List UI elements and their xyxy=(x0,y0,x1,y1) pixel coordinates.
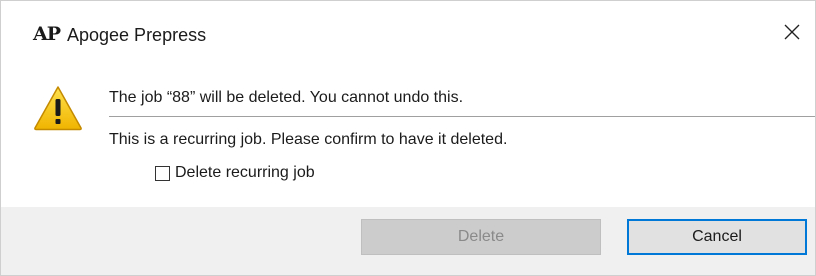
app-logo: AP xyxy=(33,23,61,45)
primary-message: The job “88” will be deleted. You cannot… xyxy=(109,89,464,106)
warning-icon xyxy=(34,86,82,131)
delete-recurring-checkbox[interactable] xyxy=(155,165,170,181)
delete-job-dialog: AP Apogee Prepress The job “88” will be … xyxy=(0,0,816,276)
delete-button[interactable]: Delete xyxy=(361,219,601,255)
button-bar: Delete Cancel xyxy=(1,207,815,275)
cancel-button[interactable]: Cancel xyxy=(627,219,807,255)
title-bar: AP Apogee Prepress xyxy=(1,1,815,69)
delete-recurring-checkbox-row[interactable]: Delete recurring job xyxy=(155,163,315,183)
close-button[interactable] xyxy=(769,9,815,55)
close-icon xyxy=(784,24,800,40)
window-title: Apogee Prepress xyxy=(67,25,207,45)
secondary-message: This is a recurring job. Please confirm … xyxy=(109,131,508,148)
dialog-content: The job “88” will be deleted. You cannot… xyxy=(1,69,815,207)
delete-recurring-label[interactable]: Delete recurring job xyxy=(175,164,315,182)
separator xyxy=(109,116,815,117)
